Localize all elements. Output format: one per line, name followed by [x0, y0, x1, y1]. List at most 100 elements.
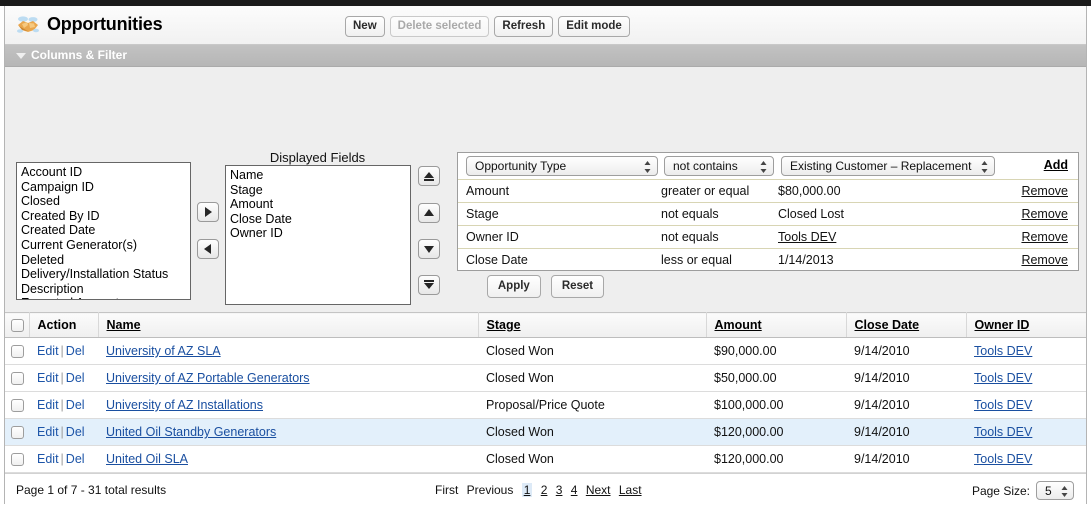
edit-link[interactable]: Edit [37, 398, 59, 412]
remove-filter-link[interactable]: Remove [1021, 253, 1068, 267]
list-item[interactable]: Amount [228, 197, 410, 212]
edit-link[interactable]: Edit [37, 425, 59, 439]
page-first[interactable]: First [435, 483, 458, 497]
action-separator: | [60, 398, 64, 412]
row-action-cell: Edit | Del [29, 445, 98, 473]
filter-row-operator: not equals [661, 230, 719, 244]
filter-row: Amount greater or equal $80,000.00 Remov… [458, 180, 1078, 203]
list-item[interactable]: Deleted [19, 253, 190, 268]
filter-table: Opportunity Type not contains Existing C… [457, 152, 1079, 271]
page-3[interactable]: 3 [556, 483, 563, 497]
move-to-top-button[interactable] [418, 166, 440, 186]
move-up-button[interactable] [418, 203, 440, 223]
filter-operator-select[interactable]: not contains [664, 156, 774, 176]
owner-link[interactable]: Tools DEV [974, 425, 1032, 439]
owner-link[interactable]: Tools DEV [974, 344, 1032, 358]
name-header: Name [98, 312, 479, 338]
edit-link[interactable]: Edit [37, 344, 59, 358]
page-size-label: Page Size: [971, 483, 1030, 498]
page-size-select[interactable]: 5 [1036, 481, 1074, 500]
apply-button[interactable]: Apply [486, 275, 541, 298]
owner-link[interactable]: Tools DEV [974, 371, 1032, 385]
move-right-button[interactable] [197, 202, 219, 222]
delete-selected-button[interactable]: Delete selected [389, 16, 490, 37]
new-button[interactable]: New [345, 16, 385, 37]
delete-link[interactable]: Del [66, 425, 85, 439]
list-item[interactable]: Campaign ID [19, 180, 190, 195]
edit-link[interactable]: Edit [37, 452, 59, 466]
remove-filter-link[interactable]: Remove [1021, 207, 1068, 221]
table-row: Edit | Del University of AZ Installations … [5, 391, 1086, 419]
stage-header-label[interactable]: Stage [487, 318, 521, 332]
edit-mode-button[interactable]: Edit mode [558, 16, 630, 37]
filter-row-field: Amount [466, 184, 510, 198]
delete-link[interactable]: Del [66, 371, 85, 385]
row-checkbox[interactable] [11, 345, 24, 359]
row-name-cell: University of AZ SLA [98, 337, 478, 365]
edit-link[interactable]: Edit [37, 371, 59, 385]
page-4[interactable]: 4 [571, 483, 578, 497]
remove-filter-link[interactable]: Remove [1021, 184, 1068, 198]
page-last[interactable]: Last [619, 483, 642, 497]
close-date-header: Close Date [846, 312, 967, 338]
record-name-link[interactable]: University of AZ Portable Generators [106, 371, 310, 385]
list-item[interactable]: Owner ID [228, 226, 410, 241]
amount-header-label[interactable]: Amount [715, 318, 762, 332]
reset-button[interactable]: Reset [550, 275, 605, 298]
move-left-button[interactable] [197, 239, 219, 259]
amount-header: Amount [706, 312, 847, 338]
delete-link[interactable]: Del [66, 344, 85, 358]
table-footer: Page 1 of 7 - 31 total results First Pre… [5, 473, 1086, 506]
row-amount-cell: $120,000.00 [706, 418, 846, 446]
row-checkbox[interactable] [11, 372, 24, 386]
page-next[interactable]: Next [586, 483, 611, 497]
columns-filter-section-header[interactable]: Columns & Filter [5, 45, 1086, 67]
row-action-cell: Edit | Del [29, 391, 98, 419]
refresh-button[interactable]: Refresh [494, 16, 554, 37]
list-item[interactable]: Stage [228, 183, 410, 198]
filter-row-value-link[interactable]: Tools DEV [778, 230, 836, 244]
owner-link[interactable]: Tools DEV [974, 452, 1032, 466]
close-date-header-label[interactable]: Close Date [855, 318, 920, 332]
filter-row-field: Close Date [466, 253, 528, 267]
delete-link[interactable]: Del [66, 398, 85, 412]
filter-row-value: Closed Lost [778, 207, 845, 221]
remove-filter-link[interactable]: Remove [1021, 230, 1068, 244]
filter-field-select[interactable]: Opportunity Type [466, 156, 658, 176]
row-select-cell [5, 391, 29, 419]
list-item[interactable]: Name [228, 168, 410, 183]
owner-link[interactable]: Tools DEV [974, 398, 1032, 412]
list-item[interactable]: Account ID [19, 165, 190, 180]
page-title: Opportunities [47, 14, 163, 34]
select-all-checkbox[interactable] [11, 319, 24, 333]
table-row: Edit | Del University of AZ SLA Closed Won… [5, 337, 1086, 365]
name-header-label[interactable]: Name [107, 318, 141, 332]
record-name-link[interactable]: United Oil SLA [106, 452, 188, 466]
list-item[interactable]: Current Generator(s) [19, 238, 190, 253]
displayed-fields-label: Displayed Fields [269, 150, 366, 165]
list-item[interactable]: Close Date [228, 212, 410, 227]
filter-row-value: $80,000.00 [778, 184, 841, 198]
row-select-cell [5, 337, 29, 365]
filter-value-select[interactable]: Existing Customer – Replacement [781, 156, 995, 176]
row-checkbox[interactable] [11, 426, 24, 440]
row-checkbox[interactable] [11, 453, 24, 467]
row-owner-cell: Tools DEV [966, 364, 1086, 392]
row-stage-cell: Closed Won [478, 364, 706, 392]
record-name-link[interactable]: United Oil Standby Generators [106, 425, 276, 439]
add-filter-link[interactable]: Add [1044, 158, 1068, 172]
page-1[interactable]: 1 [521, 483, 533, 497]
list-item[interactable]: Closed [19, 194, 190, 209]
owner-id-header-label[interactable]: Owner ID [975, 318, 1030, 332]
row-checkbox[interactable] [11, 399, 24, 413]
list-item[interactable]: Created Date [19, 223, 190, 238]
record-name-link[interactable]: University of AZ Installations [106, 398, 263, 412]
filter-row-operator: not equals [661, 207, 719, 221]
record-name-link[interactable]: University of AZ SLA [106, 344, 221, 358]
move-down-button[interactable] [418, 239, 440, 259]
page-2[interactable]: 2 [541, 483, 548, 497]
delete-link[interactable]: Del [66, 452, 85, 466]
row-amount-cell: $50,000.00 [706, 364, 846, 392]
list-item[interactable]: Created By ID [19, 209, 190, 224]
page-previous[interactable]: Previous [467, 483, 514, 497]
